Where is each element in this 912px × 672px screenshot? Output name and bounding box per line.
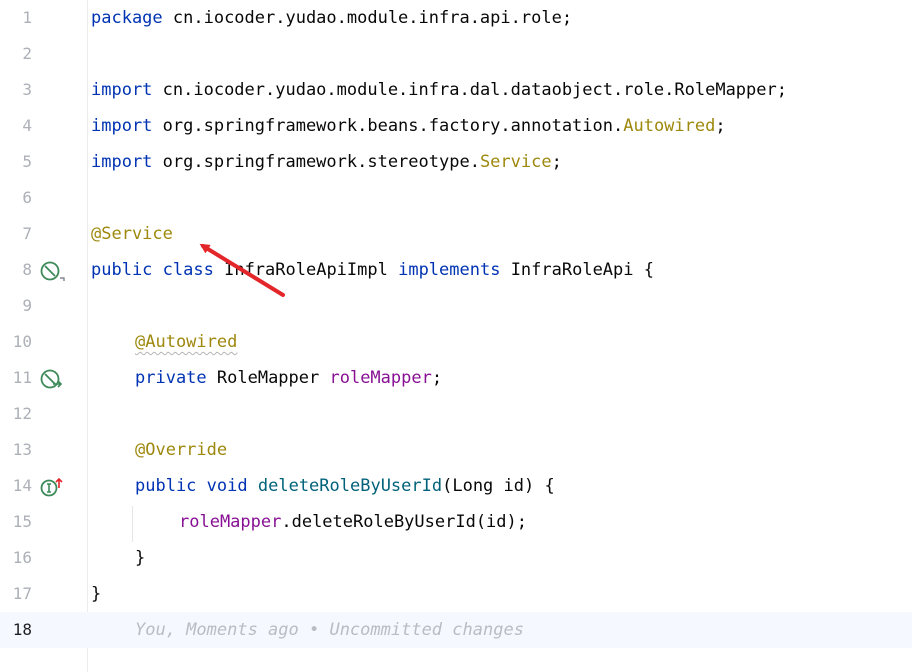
line-number[interactable]: 1 — [0, 0, 32, 36]
code-token: implements — [398, 260, 501, 280]
code-text: @Autowired — [135, 324, 237, 360]
code-line[interactable]: 18 You, Moments ago • Uncommitted changes — [0, 612, 912, 648]
code-token: cn.iocoder.yudao.module.infra.api.role; — [162, 8, 573, 28]
code-text: import org.springframework.stereotype.Se… — [91, 144, 562, 180]
line-number[interactable]: 5 — [0, 144, 32, 180]
code-line[interactable]: 7 @Service — [0, 216, 912, 252]
code-token: public — [135, 476, 197, 496]
line-number[interactable]: 17 — [0, 576, 32, 612]
code-token: (Long id) { — [442, 476, 555, 496]
git-blame-hint: You, Moments ago • Uncommitted changes — [135, 620, 524, 640]
line-number[interactable]: 13 — [0, 432, 32, 468]
code-line[interactable]: 15 roleMapper.deleteRoleByUserId(id); — [0, 504, 912, 540]
code-token: @Override — [135, 440, 228, 460]
code-text: public class InfraRoleApiImpl implements… — [91, 252, 654, 288]
line-number[interactable]: 2 — [0, 36, 32, 72]
line-number[interactable]: 10 — [0, 324, 32, 360]
code-text: } — [91, 576, 101, 612]
code-line[interactable]: 13 @Override — [0, 432, 912, 468]
code-line[interactable]: 8 public class InfraRoleApiImpl implement… — [0, 252, 912, 288]
code-text: @Service — [91, 216, 173, 252]
code-token: import — [91, 80, 153, 100]
indent-guide — [132, 506, 133, 542]
code-token: Service — [479, 152, 552, 172]
line-number[interactable]: 15 — [0, 504, 32, 540]
code-text: You, Moments ago • Uncommitted changes — [135, 612, 524, 648]
code-token: } — [135, 548, 146, 568]
code-editor[interactable]: 1 package cn.iocoder.yudao.module.infra.a… — [0, 0, 912, 672]
code-token: class — [162, 260, 214, 280]
code-line[interactable]: 1 package cn.iocoder.yudao.module.infra.a… — [0, 0, 912, 36]
code-line[interactable]: 6 — [0, 180, 912, 216]
code-line[interactable]: 12 — [0, 396, 912, 432]
autowired-bean-icon[interactable] — [39, 368, 65, 390]
line-number[interactable]: 12 — [0, 396, 32, 432]
code-token: .deleteRoleByUserId(id); — [281, 512, 527, 532]
line-number[interactable]: 3 — [0, 72, 32, 108]
line-number[interactable]: 9 — [0, 288, 32, 324]
code-token: InfraRoleApi { — [500, 260, 654, 280]
code-line[interactable]: 5 import org.springframework.stereotype.S… — [0, 144, 912, 180]
code-token: roleMapper — [329, 368, 432, 388]
code-line[interactable]: 9 — [0, 288, 912, 324]
code-token: private — [135, 368, 207, 388]
code-line[interactable]: 16} — [0, 540, 912, 576]
code-token: InfraRoleApiImpl — [213, 260, 399, 280]
line-number[interactable]: 7 — [0, 216, 32, 252]
line-number[interactable]: 16 — [0, 540, 32, 576]
code-text: package cn.iocoder.yudao.module.infra.ap… — [91, 0, 572, 36]
line-number[interactable]: 8 — [0, 252, 32, 288]
code-token: Autowired — [623, 116, 716, 136]
code-text: import cn.iocoder.yudao.module.infra.dal… — [91, 72, 787, 108]
code-token: deleteRoleByUserId — [257, 476, 443, 496]
code-token: @Service — [91, 224, 173, 244]
code-token: cn.iocoder.yudao.module.infra.dal.dataob… — [152, 80, 787, 100]
code-token: package — [91, 8, 163, 28]
implements-method-icon[interactable] — [39, 476, 65, 498]
code-text: @Override — [135, 432, 227, 468]
line-number[interactable]: 4 — [0, 108, 32, 144]
code-line[interactable]: 14 public void deleteRoleByUserId(Long id… — [0, 468, 912, 504]
code-line[interactable]: 11 private RoleMapper roleMapper; — [0, 360, 912, 396]
code-token: org.springframework.beans.factory.annota… — [152, 116, 624, 136]
code-text: roleMapper.deleteRoleByUserId(id); — [179, 504, 527, 540]
code-line[interactable]: 4 import org.springframework.beans.factor… — [0, 108, 912, 144]
code-token: @Autowired — [135, 332, 238, 352]
code-text: } — [135, 540, 145, 576]
line-number[interactable]: 14 — [0, 468, 32, 504]
code-line[interactable]: 10 @Autowired — [0, 324, 912, 360]
line-number[interactable]: 18 — [0, 612, 32, 648]
bean-icon[interactable] — [39, 260, 65, 282]
line-number[interactable]: 11 — [0, 360, 32, 396]
code-token: import — [91, 116, 153, 136]
code-token: } — [91, 584, 102, 604]
code-text: public void deleteRoleByUserId(Long id) … — [135, 468, 555, 504]
code-token: ; — [431, 368, 443, 388]
code-line[interactable]: 2 — [0, 36, 912, 72]
code-token: ; — [551, 152, 562, 172]
code-token: public — [91, 260, 153, 280]
line-number[interactable]: 6 — [0, 180, 32, 216]
code-token: import — [91, 152, 153, 172]
code-token: roleMapper — [179, 512, 282, 532]
code-token: void — [206, 476, 248, 496]
code-text: private RoleMapper roleMapper; — [135, 360, 442, 396]
code-token: ; — [715, 116, 726, 136]
code-line[interactable]: 17} — [0, 576, 912, 612]
code-line[interactable]: 3 import cn.iocoder.yudao.module.infra.da… — [0, 72, 912, 108]
code-token: org.springframework.stereotype. — [152, 152, 480, 172]
code-text: import org.springframework.beans.factory… — [91, 108, 726, 144]
code-token: RoleMapper — [206, 368, 330, 388]
